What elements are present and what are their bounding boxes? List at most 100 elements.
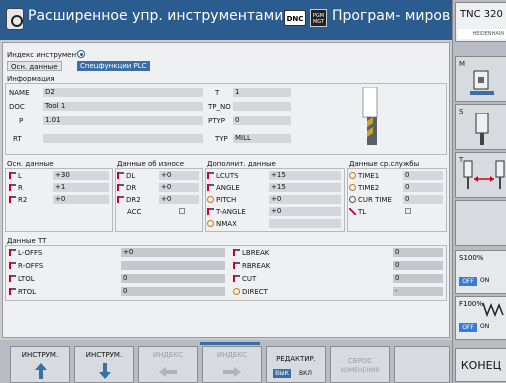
typ-field[interactable]: MILL [233,134,291,143]
heidenhain-label: HEIDENHAIN [458,29,506,39]
pitch-icon [207,196,214,203]
clock-icon [349,184,356,191]
dr-label: DR [117,184,136,192]
ltol-label: LTOL [9,275,35,283]
nmax-label: NMAX [207,220,237,228]
empty-softkey[interactable] [394,346,450,383]
ptyp-field[interactable]: 0 [233,116,291,125]
m-function-button[interactable]: M [455,56,506,102]
edit-toggle-softkey[interactable]: РЕДАКТИР. ВЫК ВКЛ [266,346,326,383]
arrow-down-icon [99,363,111,379]
time2-label: TIME2 [349,184,379,192]
r-offs-icon [9,262,16,269]
tab-plc-functions[interactable]: Спецфункции PLC [77,61,150,71]
ltol-field[interactable]: 0 [121,274,225,283]
cut-field[interactable]: 0 [393,274,443,283]
tool-up-softkey[interactable]: ИНСТРУМ. [10,346,70,383]
dr-field[interactable]: +0 [159,183,199,192]
nmax-field[interactable] [269,219,341,228]
lbreak-field[interactable]: 0 [393,248,443,257]
radius-icon [9,184,16,191]
r-offs-field[interactable] [121,261,225,270]
wear-section-title: Данные об износе [117,160,185,168]
rtol-icon [9,288,16,295]
s-function-button[interactable]: S [455,104,506,150]
doc-field[interactable]: Tool 1 [43,102,203,111]
t-label: T [215,89,220,97]
tp-no-label: TP_NO [208,103,231,111]
time2-field[interactable]: 0 [403,183,443,192]
extra-section-title: Дополнит. данные [207,160,276,168]
tp-no-field[interactable] [233,102,291,111]
dnc-badge[interactable]: DNC [284,10,306,26]
tool-down-softkey[interactable]: ИНСТРУМ. [74,346,134,383]
l-field[interactable]: +30 [53,171,109,180]
rbreak-icon [233,262,240,269]
p-field[interactable]: 1.01 [43,116,203,125]
r-label: R [9,184,23,192]
tl-checkbox[interactable] [405,208,411,214]
feed-on-label[interactable]: ON [480,323,489,330]
pitch-field[interactable]: +0 [269,195,341,204]
tt-section [5,245,447,301]
spindle-override[interactable]: S100% OFF ON [455,250,506,294]
end-button[interactable]: КОНЕЦ [455,348,506,382]
t-field[interactable]: 1 [233,88,291,97]
time1-label: TIME1 [349,172,379,180]
tab-basic-data[interactable]: Осн. данные [7,61,62,71]
spindle-override-value: S100% [459,254,484,262]
programming-mode-label[interactable]: Програм- мирован... [332,8,450,24]
empty-side-button[interactable] [455,200,506,246]
locked-tool-icon [349,208,356,215]
spindle-off-badge[interactable]: OFF [459,277,477,286]
name-field[interactable]: D2 [43,88,203,97]
dr2-field[interactable]: +0 [159,195,199,204]
info-section-title: Информация [7,75,55,83]
index-right-label: ИНДЕКС [216,351,248,359]
ltol-icon [9,275,16,282]
direct-label: DIRECT [233,288,268,296]
feed-override[interactable]: F100% OFF ON [455,296,506,340]
tool-index-label: Индекс инструмента [7,51,85,59]
s-label: S [459,108,464,116]
reset-changes-softkey[interactable]: СБРОС ИЗМЕНЕНИЯ [330,346,390,383]
lcuts-field[interactable]: +15 [269,171,341,180]
dl-field[interactable]: +0 [159,171,199,180]
r2-field[interactable]: +0 [53,195,109,204]
lbreak-icon [233,249,240,256]
pgm-mgt-badge[interactable]: PGM MGT [310,9,327,27]
cur-time-field[interactable]: 0 [403,195,443,204]
edit-off-option[interactable]: ВЫК [273,369,291,378]
acc-checkbox[interactable] [179,208,185,214]
l-offs-icon [9,249,16,256]
tt-section-title: Данные TT [7,237,47,245]
rtol-field[interactable]: 0 [121,287,225,296]
softkey-group-indicator [200,342,260,345]
index-right-softkey[interactable]: ИНДЕКС [202,346,262,383]
tool-management-icon [6,8,24,30]
t-function-button[interactable]: T [455,152,506,198]
direct-field[interactable]: - [393,287,443,296]
r-field[interactable]: +1 [53,183,109,192]
angle-field[interactable]: +15 [269,183,341,192]
typ-label: TYP [215,135,228,143]
t-angle-field[interactable]: +0 [269,207,341,216]
t-angle-label: T-ANGLE [207,208,246,216]
feed-override-value: F100% [459,300,484,308]
lbreak-label: LBREAK [233,249,269,257]
l-offs-field[interactable]: +0 [121,248,225,257]
time1-field[interactable]: 0 [403,171,443,180]
feed-off-badge[interactable]: OFF [459,323,477,332]
tool-index-radio[interactable] [77,50,85,58]
spindle-on-label[interactable]: ON [480,277,489,284]
radius2-icon [9,196,16,203]
r-offs-label: R-OFFS [9,262,43,270]
rtol-label: RTOL [9,288,36,296]
edit-on-option[interactable]: ВКЛ [299,369,312,378]
rt-field[interactable] [43,134,203,143]
l-label: L [9,172,22,180]
acc-label: ACC [127,208,142,216]
dl-label: DL [117,172,135,180]
rbreak-field[interactable]: 0 [393,261,443,270]
index-left-softkey[interactable]: ИНДЕКС [138,346,198,383]
